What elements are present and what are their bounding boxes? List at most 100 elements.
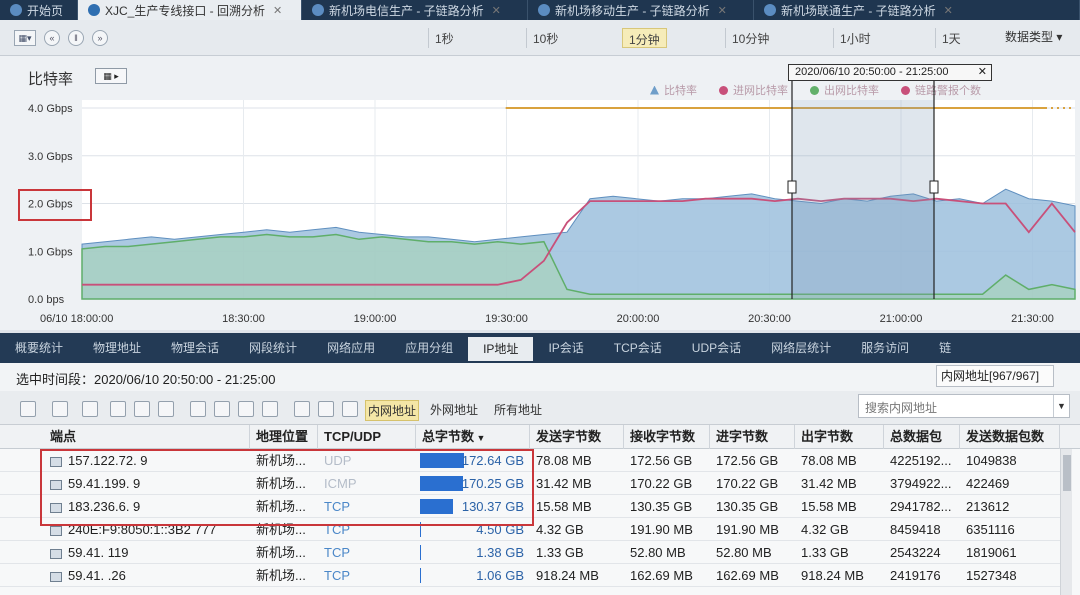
tab-app-icon [10, 4, 22, 16]
table-row[interactable]: 157.122.72. 9 新机场... UDP 172.64 GB 78.08 MB 1… [0, 449, 1060, 472]
col-header-2[interactable]: TCP/UDP [318, 425, 416, 449]
forward-icon[interactable]: » [92, 30, 108, 46]
tab-close-icon[interactable]: ✕ [944, 4, 953, 17]
time-range-1[interactable]: 10秒 [526, 28, 564, 48]
host-icon [50, 502, 62, 513]
scrollbar-thumb[interactable] [1063, 455, 1071, 491]
window-tab-0[interactable]: 开始页 [0, 0, 78, 20]
grid-icon[interactable] [82, 401, 98, 417]
table-row[interactable]: 59.41.199. 9 新机场... ICMP 170.25 GB 31.42 MB 1… [0, 472, 1060, 495]
col-header-label: TCP/UDP [324, 429, 382, 444]
stats-tab-4[interactable]: 网络应用 [312, 333, 390, 363]
col-header-label: 接收字节数 [630, 429, 696, 444]
stats-tab-12[interactable]: 链 [924, 333, 966, 363]
paste-icon[interactable] [134, 401, 150, 417]
cell-text: 52.80 MB [716, 545, 772, 560]
link-icon[interactable] [158, 401, 174, 417]
table-scrollbar[interactable] [1060, 449, 1072, 595]
cell-pkts: 2941782... [884, 495, 960, 518]
cell-recv: 170.22 GB [624, 472, 710, 495]
stats-tab-11[interactable]: 服务访问 [846, 333, 924, 363]
clock-icon[interactable] [52, 401, 68, 417]
table-icon[interactable] [294, 401, 310, 417]
stats-tab-3[interactable]: 网段统计 [234, 333, 312, 363]
bitrate-chart[interactable]: 0.0 bps1.0 Gbps2.0 Gbps3.0 Gbps4.0 Gbps0… [0, 56, 1080, 330]
cell-text: 172.56 GB [630, 453, 693, 468]
cell-geo: 新机场... [250, 449, 318, 472]
address-filter-2[interactable]: 所有地址 [492, 400, 544, 419]
y-tick-label: 0.0 bps [28, 294, 65, 306]
tab-close-icon[interactable]: ✕ [718, 4, 727, 17]
refresh-icon[interactable] [214, 401, 230, 417]
stats-tab-7[interactable]: IP会话 [533, 333, 598, 363]
sort-desc-icon[interactable]: ▼ [474, 433, 486, 443]
col-header-5[interactable]: 接收字节数 [624, 425, 710, 449]
col-header-6[interactable]: 进字节数 [710, 425, 795, 449]
cell-text: 4.32 GB [801, 522, 849, 537]
search-dropdown-icon[interactable]: ▼ [1053, 395, 1069, 417]
table-row[interactable]: 240E:F9:8050:1::3B2 777 新机场... TCP 4.50 GB 4… [0, 518, 1060, 541]
host-icon [50, 456, 62, 467]
tab-close-icon[interactable]: ✕ [492, 4, 501, 17]
col-header-1[interactable]: 地理位置 [250, 425, 318, 449]
time-range-4[interactable]: 1小时 [833, 28, 877, 48]
stats-tab-10[interactable]: 网络层统计 [756, 333, 846, 363]
rewind-icon[interactable]: « [44, 30, 60, 46]
image-icon[interactable] [238, 401, 254, 417]
cell-in: 170.22 GB [710, 472, 795, 495]
col-header-0[interactable]: 端点 [44, 425, 250, 449]
col-header-4[interactable]: 发送字节数 [530, 425, 624, 449]
time-range-2[interactable]: 1分钟 [622, 28, 667, 48]
table-row[interactable]: 59.41. .26 新机场... TCP 1.06 GB 918.24 MB 162.6… [0, 564, 1060, 587]
window-tab-4[interactable]: 新机场联通生产 - 子链路分析 ✕ [754, 0, 1080, 20]
cell-in: 172.56 GB [710, 449, 795, 472]
col-header-8[interactable]: 总数据包 [884, 425, 960, 449]
stats-tab-1[interactable]: 物理地址 [78, 333, 156, 363]
time-range-5[interactable]: 1天 [935, 28, 967, 48]
chart-type-icon[interactable]: ▦▾ [14, 30, 36, 46]
window-tab-2[interactable]: 新机场电信生产 - 子链路分析 ✕ [302, 0, 528, 20]
data-type-dropdown[interactable]: 数据类型 ▾ [1005, 28, 1062, 45]
copy-icon[interactable] [110, 401, 126, 417]
window-tab-strip: 开始页 XJC_生产专线接口 - 回溯分析 ✕ 新机场电信生产 - 子链路分析 ✕ 新机场… [0, 0, 1080, 20]
cell-total: 172.64 GB [416, 449, 530, 472]
pause-icon[interactable]: ‖ [68, 30, 84, 46]
time-range-0[interactable]: 1秒 [428, 28, 460, 48]
stats-tab-8[interactable]: TCP会话 [599, 333, 677, 363]
report-icon[interactable] [262, 401, 278, 417]
x-tick-label: 20:30:00 [748, 313, 791, 325]
window-tab-1[interactable]: XJC_生产专线接口 - 回溯分析 ✕ [78, 0, 302, 20]
cell-text: TCP [324, 522, 350, 537]
cell-out: 918.24 MB [795, 564, 884, 587]
close-selection-icon[interactable]: ✕ [978, 65, 987, 80]
col-header-3[interactable]: 总字节数 ▼ [416, 425, 530, 449]
table-row[interactable]: 183.236.6. 9 新机场... TCP 130.37 GB 15.58 MB 13… [0, 495, 1060, 518]
cell-text: TCP [324, 499, 350, 514]
cell-out: 78.08 MB [795, 449, 884, 472]
col-header-9[interactable]: 发送数据包数 [960, 425, 1060, 449]
address-search-input[interactable]: 搜索内网地址 ▼ [858, 394, 1070, 418]
col-header-7[interactable]: 出字节数 [795, 425, 884, 449]
filter-icon[interactable] [20, 401, 36, 417]
address-filter-0[interactable]: 内网地址 [365, 400, 420, 421]
funnel-icon[interactable] [342, 401, 358, 417]
stats-tab-0[interactable]: 概要统计 [0, 333, 78, 363]
tab-close-icon[interactable]: ✕ [273, 4, 282, 17]
col-header-label: 出字节数 [801, 429, 854, 444]
stats-tab-5[interactable]: 应用分组 [390, 333, 468, 363]
stats-tab-2[interactable]: 物理会话 [156, 333, 234, 363]
tab-app-icon [312, 4, 324, 16]
cell-sent: 1.33 GB [530, 541, 624, 564]
cell-text: 240E:F9:8050:1::3B2 777 [68, 522, 217, 537]
cell-proto: TCP [318, 495, 416, 518]
export-icon[interactable] [190, 401, 206, 417]
stats-tab-9[interactable]: UDP会话 [677, 333, 756, 363]
address-filter-1[interactable]: 外网地址 [428, 400, 480, 419]
cell-text: 78.08 MB [801, 453, 857, 468]
table-row[interactable]: 59.41. 119 新机场... TCP 1.38 GB 1.33 GB 52.80 M… [0, 541, 1060, 564]
window-tab-3[interactable]: 新机场移动生产 - 子链路分析 ✕ [528, 0, 754, 20]
col-header-label: 总字节数 [422, 429, 475, 444]
time-range-3[interactable]: 10分钟 [725, 28, 775, 48]
stats-tab-6[interactable]: IP地址 [468, 337, 534, 361]
globe-icon[interactable] [318, 401, 334, 417]
